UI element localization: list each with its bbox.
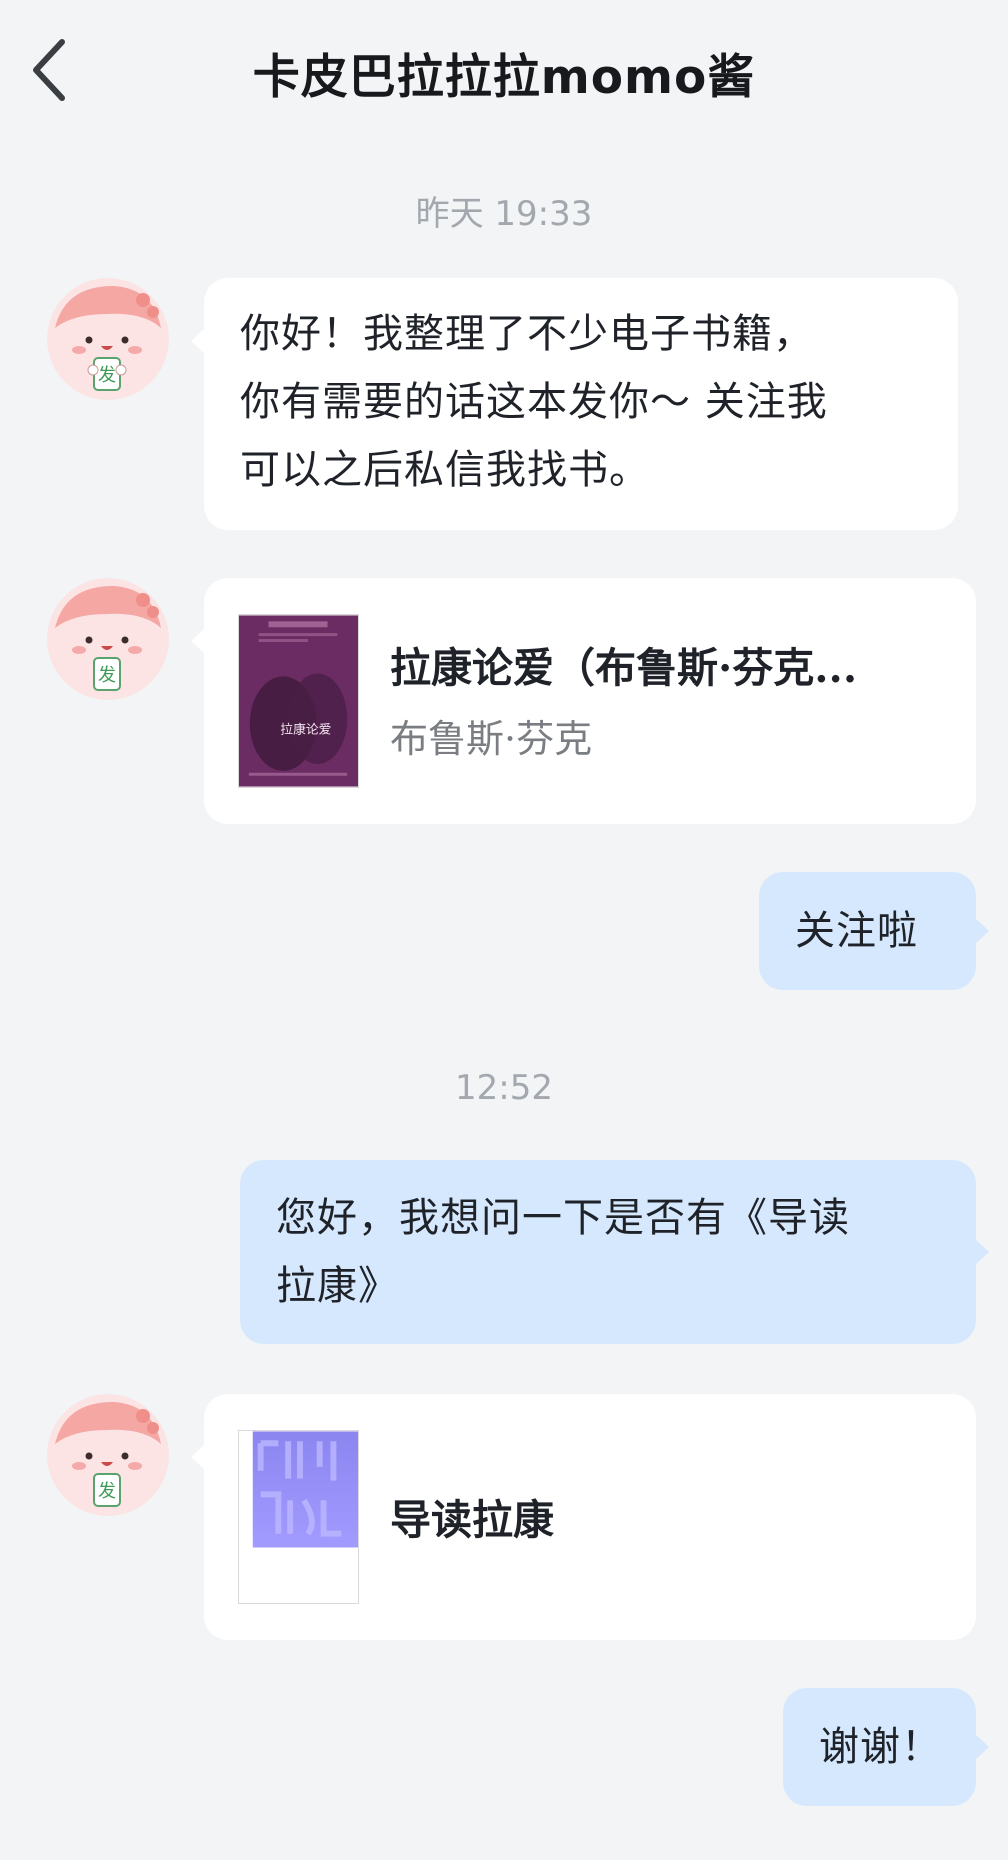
book-author: 布鲁斯·芬克 — [390, 717, 593, 761]
book-title: 拉康论爱（布鲁斯·芬克... — [390, 644, 858, 692]
message-text-line: 您好，我想问一下是否有《导读 — [276, 1195, 850, 1241]
outgoing-message-bubble[interactable]: 关注啦 — [759, 872, 989, 990]
avatar[interactable]: 发 — [47, 1394, 169, 1516]
book-cover-image — [238, 1430, 359, 1604]
avatar[interactable]: 发 — [47, 578, 169, 700]
book-cover-image: 拉康论爱 — [238, 614, 359, 788]
header: 卡皮巴拉拉拉momo酱 — [0, 0, 1008, 140]
message-text-line: 你有需要的话这本发你～ 关注我 — [240, 379, 828, 425]
svg-text:发: 发 — [98, 1481, 116, 1502]
svg-text:发: 发 — [98, 365, 116, 386]
svg-text:发: 发 — [98, 665, 116, 686]
avatar-icon: 发 — [47, 1394, 169, 1516]
avatar-icon: 发 — [47, 278, 169, 400]
timestamp: 12:52 — [455, 1068, 553, 1108]
book-card[interactable]: 拉康论爱 拉康论爱（布鲁斯·芬克... 布鲁斯·芬克 — [191, 578, 976, 824]
book-title: 导读拉康 — [390, 1496, 554, 1544]
message-text: 关注啦 — [795, 908, 918, 954]
message-text-line: 拉康》 — [276, 1263, 399, 1309]
message-text-line: 你好！我整理了不少电子书籍， — [240, 311, 814, 357]
outgoing-message-bubble[interactable]: 您好，我想问一下是否有《导读 拉康》 — [240, 1160, 989, 1344]
book-card[interactable]: 导读拉康 — [191, 1394, 976, 1640]
chat-screen: 卡皮巴拉拉拉momo酱 昨天 19:33 发 你好！我整理了不少电子书籍， 你有… — [0, 0, 1008, 1860]
avatar[interactable]: 发 — [47, 278, 169, 400]
message-text-line: 可以之后私信我找书。 — [240, 447, 650, 493]
message-text: 谢谢！ — [819, 1724, 942, 1770]
chat-title: 卡皮巴拉拉拉momo酱 — [252, 50, 756, 105]
avatar-icon: 发 — [47, 578, 169, 700]
incoming-message-bubble[interactable]: 你好！我整理了不少电子书籍， 你有需要的话这本发你～ 关注我 可以之后私信我找书… — [191, 278, 958, 530]
outgoing-message-bubble[interactable]: 谢谢！ — [783, 1688, 989, 1806]
book-cover-text: 拉康论爱 — [280, 721, 331, 737]
timestamp: 昨天 19:33 — [415, 194, 593, 234]
